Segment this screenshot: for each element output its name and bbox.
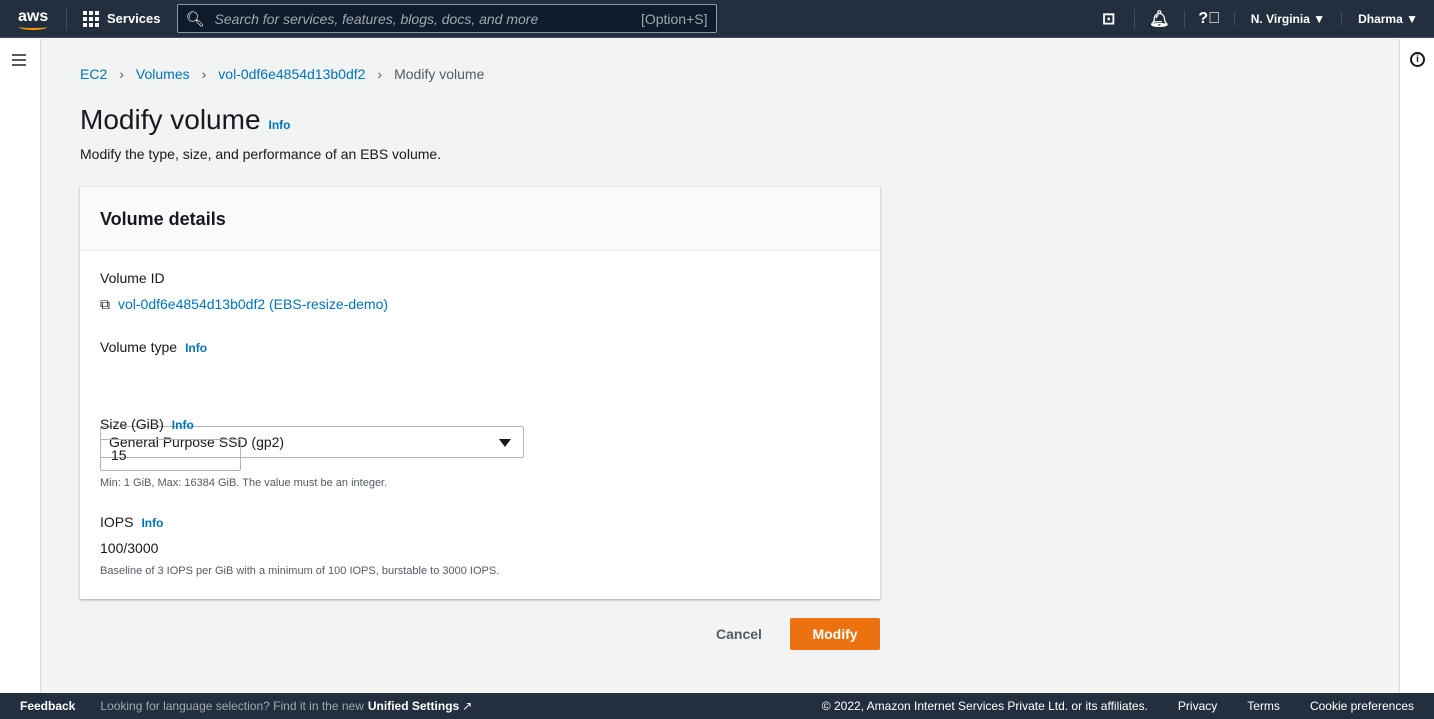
help-icon[interactable]: ?⃝ — [1183, 9, 1234, 28]
breadcrumb-volumes[interactable]: Volumes — [136, 66, 190, 82]
volume-type-label: Volume type — [100, 339, 178, 355]
info-link[interactable]: Info — [141, 516, 163, 530]
language-notice: Looking for language selection? Find it … — [100, 699, 364, 713]
privacy-link[interactable]: Privacy — [1178, 699, 1217, 713]
user-menu[interactable]: Dharma ▼ — [1341, 11, 1434, 26]
page-title-text: Modify volume — [80, 104, 261, 135]
aws-logo[interactable]: aws — [18, 4, 66, 34]
cookie-preferences-link[interactable]: Cookie preferences — [1310, 699, 1414, 713]
copy-icon[interactable]: ⧉ — [100, 296, 110, 312]
volume-details-panel: Volume details Volume ID ⧉ vol-0df6e4854d… — [80, 186, 880, 599]
size-label: Size (GiB) — [100, 416, 164, 432]
footer: Feedback Looking for language selection?… — [0, 693, 1434, 719]
divider — [66, 7, 67, 30]
page-description: Modify the type, size, and performance o… — [80, 146, 442, 162]
grid-icon — [83, 10, 99, 27]
info-link[interactable]: Info — [172, 418, 194, 432]
chevron-right-icon: › — [201, 66, 207, 82]
cloudshell-icon[interactable]: ⊡ — [1084, 9, 1134, 29]
search-shortcut: [Option+S] — [640, 10, 708, 27]
region-menu[interactable]: N. Virginia ▼ — [1233, 11, 1341, 26]
breadcrumb: EC2 › Volumes › vol-0df6e4854d13b0df2 › Mod… — [80, 66, 484, 82]
iops-value: 100/3000 — [100, 540, 159, 556]
top-nav: aws Services 🔍︎ Search for services, fea… — [0, 0, 1434, 38]
breadcrumb-volume-id[interactable]: vol-0df6e4854d13b0df2 — [218, 66, 365, 82]
modify-button[interactable]: Modify — [790, 618, 880, 650]
iops-hint: Baseline of 3 IOPS per GiB with a minimu… — [100, 565, 500, 577]
cancel-button[interactable]: Cancel — [716, 626, 762, 642]
help-panel-collapsed: i — [1399, 39, 1434, 693]
info-icon[interactable]: i — [1410, 52, 1425, 67]
unified-settings-link[interactable]: Unified Settings — [368, 699, 459, 713]
page-title: Modify volume Info — [80, 104, 291, 136]
terms-link[interactable]: Terms — [1247, 699, 1280, 713]
volume-id-link[interactable]: vol-0df6e4854d13b0df2 (EBS-resize-demo) — [118, 296, 388, 312]
services-menu[interactable]: Services — [83, 10, 161, 27]
search-placeholder: Search for services, features, blogs, do… — [214, 10, 539, 27]
feedback-link[interactable]: Feedback — [20, 699, 75, 713]
services-label: Services — [107, 11, 161, 26]
breadcrumb-current: Modify volume — [394, 66, 485, 82]
size-hint: Min: 1 GiB, Max: 16384 GiB. The value mu… — [100, 477, 388, 489]
bell-icon[interactable]: 🔔︎ — [1133, 8, 1184, 29]
breadcrumb-ec2[interactable]: EC2 — [80, 66, 107, 82]
panel-title: Volume details — [80, 187, 880, 251]
hamburger-icon[interactable] — [12, 54, 26, 69]
copyright: © 2022, Amazon Internet Services Private… — [821, 699, 1148, 713]
external-link-icon: ↗ — [462, 699, 473, 713]
chevron-right-icon: › — [377, 66, 383, 82]
info-link[interactable]: Info — [269, 118, 291, 132]
chevron-right-icon: › — [119, 66, 124, 82]
volume-id-label: Volume ID — [100, 270, 165, 286]
search-icon: 🔍︎ — [185, 10, 205, 28]
info-link[interactable]: Info — [185, 341, 207, 355]
size-input[interactable]: 15 — [100, 439, 241, 471]
side-nav-collapsed — [0, 39, 41, 693]
iops-label: IOPS — [100, 514, 134, 530]
search-input[interactable]: 🔍︎ Search for services, features, blogs,… — [176, 4, 717, 33]
